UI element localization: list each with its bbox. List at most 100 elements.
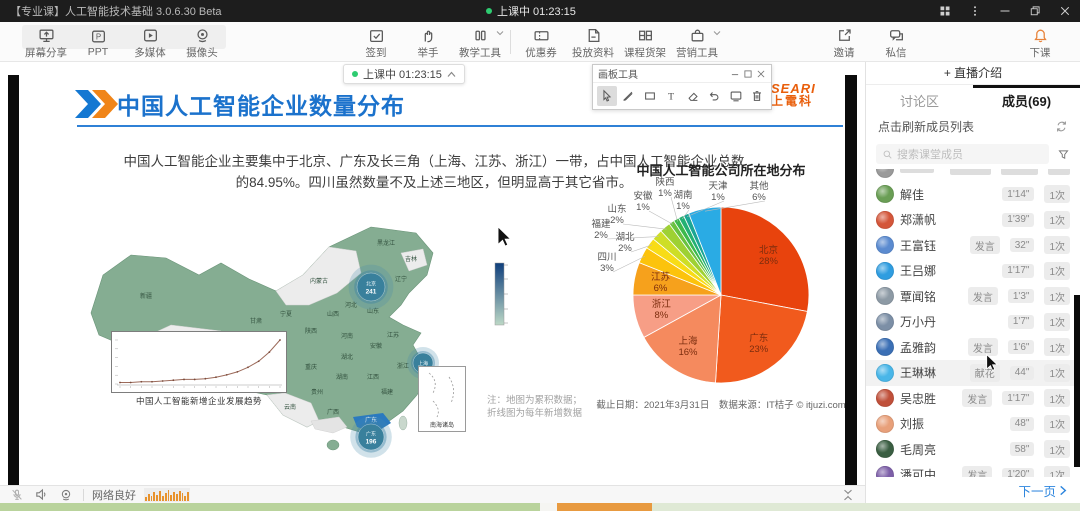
map-bubble-北京: 北京241: [349, 265, 394, 310]
webcam-icon: [194, 27, 211, 44]
map-label-辽宁: 辽宁: [395, 275, 407, 283]
more-menu-icon[interactable]: [960, 0, 990, 22]
pie-label-浙江: 浙江8%: [652, 299, 671, 321]
member-row-刘振[interactable]: 刘振48"1次: [866, 411, 1080, 437]
pie-label-湖南: 湖南1%: [673, 190, 692, 212]
member-row-万小丹[interactable]: 万小丹1'7"1次: [866, 309, 1080, 335]
palette-board[interactable]: [726, 86, 746, 106]
member-list[interactable]: 解佳1'14"1次郑潇帆1'39"1次王富钰发言32"1次王吕娜1'17"1次覃…: [866, 169, 1080, 477]
toolbar-raise-hand[interactable]: 举手: [402, 22, 454, 62]
member-row-孟雅韵[interactable]: 孟雅韵发言1'6"1次: [866, 335, 1080, 361]
member-badge: 发言: [970, 236, 1000, 254]
toolbar-check-in[interactable]: 签到: [350, 22, 402, 62]
tab-discussion[interactable]: 讨论区: [866, 85, 973, 113]
avatar: [876, 338, 894, 356]
main-toolbar: 屏幕分享PPPT多媒体摄像头 签到举手教学工具优惠券投放资料课程货架营销工具 邀…: [0, 22, 1080, 62]
member-name: 王琳琳: [900, 364, 960, 381]
avatar: [876, 185, 894, 203]
palette-close-icon[interactable]: [756, 69, 766, 79]
check-in-icon: [368, 27, 385, 44]
map-label-河南: 河南: [341, 332, 353, 340]
member-name: 万小丹: [900, 313, 998, 330]
restore-button[interactable]: [1020, 0, 1050, 22]
slide: 中国人工智能企业数量分布 中国人工智能企业主要集中于北京、广东及长三角（上海、江…: [19, 75, 845, 485]
toolbar-multimedia[interactable]: 多媒体: [124, 22, 176, 62]
palette-cursor-tool[interactable]: [597, 86, 617, 106]
toolbar-direct-message[interactable]: 私信: [870, 22, 922, 62]
palette-tools: T: [593, 83, 771, 109]
pie-label-天津: 天津1%: [708, 181, 727, 203]
svg-text:241: 241: [366, 289, 377, 296]
avatar: [876, 313, 894, 331]
member-row-王富钰[interactable]: 王富钰发言32"1次: [866, 233, 1080, 259]
speaker-icon[interactable]: [34, 487, 49, 502]
palette-maximize-icon[interactable]: [743, 69, 753, 79]
member-badge: 发言: [962, 466, 992, 477]
map-label-内蒙古: 内蒙古: [310, 277, 328, 285]
toolbar-screen-share[interactable]: 屏幕分享: [20, 22, 72, 62]
refresh-label: 点击刷新成员列表: [878, 118, 974, 135]
palette-titlebar[interactable]: 画板工具: [593, 65, 771, 83]
palette-pen[interactable]: [619, 86, 639, 106]
member-badge: 1'7": [1008, 315, 1035, 329]
avatar: [876, 236, 894, 254]
refresh-members-row[interactable]: 点击刷新成员列表: [866, 113, 1080, 139]
toolbar-marketing-tools[interactable]: 营销工具: [671, 22, 723, 62]
member-row-王吕娜[interactable]: 王吕娜1'17"1次: [866, 258, 1080, 284]
toolbar-class-end[interactable]: 下课: [1014, 22, 1066, 62]
search-input[interactable]: 搜索课堂成员: [876, 144, 1049, 164]
hainan-island: [327, 440, 339, 450]
refresh-icon[interactable]: [1055, 120, 1068, 133]
layout-grid-icon[interactable]: [930, 0, 960, 22]
member-row-覃闻铭[interactable]: 覃闻铭发言1'3"1次: [866, 284, 1080, 310]
filter-funnel-icon[interactable]: [1057, 148, 1070, 161]
close-button[interactable]: [1050, 0, 1080, 22]
class-status-pill[interactable]: 上课中 01:23:15: [343, 64, 465, 84]
member-badge: 1次: [1044, 466, 1070, 477]
next-page-button[interactable]: 下一页: [866, 477, 1080, 503]
minimize-button[interactable]: [990, 0, 1020, 22]
member-row-吴忠胜[interactable]: 吴忠胜发言1'17"1次: [866, 386, 1080, 412]
toolbar-webcam[interactable]: 摄像头: [176, 22, 228, 62]
panel-tabs: 讨论区 成员(69): [866, 85, 1080, 113]
map-label-福建: 福建: [381, 388, 393, 396]
toolbar-materials-label: 投放资料: [572, 45, 614, 60]
toolbar-course-shelf[interactable]: 课程货架: [619, 22, 671, 62]
class-pill-text: 上课中 01:23:15: [363, 66, 442, 82]
microphone-muted-icon[interactable]: [10, 488, 24, 502]
palette-undo[interactable]: [705, 86, 725, 106]
svg-text:T: T: [668, 92, 674, 103]
pie-label-山东: 山东2%: [607, 204, 626, 226]
network-status-label: 网络良好: [92, 487, 136, 503]
palette-eraser[interactable]: [683, 86, 703, 106]
toolbar-coupon[interactable]: 优惠券: [515, 22, 567, 62]
member-row-解佳[interactable]: 解佳1'14"1次: [866, 182, 1080, 208]
chevron-down-icon: [496, 30, 504, 36]
member-row-王琳琳[interactable]: 王琳琳献花44"1次: [866, 360, 1080, 386]
map-label-湖北: 湖北: [341, 353, 353, 361]
right-edge-scrollbar[interactable]: [1074, 295, 1080, 467]
palette-rect-tool[interactable]: [640, 86, 660, 106]
member-row-clipped[interactable]: [866, 169, 1080, 182]
member-badge: 1次: [1044, 185, 1070, 203]
toolbar-materials[interactable]: 投放资料: [567, 22, 619, 62]
member-row-毛周亮[interactable]: 毛周亮58"1次: [866, 437, 1080, 463]
member-row-潘可中[interactable]: 潘可中发言1'20"1次: [866, 462, 1080, 477]
palette-minimize-icon[interactable]: [730, 69, 740, 79]
collapse-stage-icon[interactable]: [841, 488, 855, 502]
slide-title: 中国人工智能企业数量分布: [117, 87, 405, 121]
member-row-郑潇帆[interactable]: 郑潇帆1'39"1次: [866, 207, 1080, 233]
toolbar-invite[interactable]: 邀请: [818, 22, 870, 62]
app-title: 【专业课】人工智能技术基础 3.0.6.30 Beta: [0, 3, 222, 19]
toolbar-teaching-tools[interactable]: 教学工具: [454, 22, 506, 62]
toolbar-teaching-group: 签到举手教学工具优惠券投放资料课程货架营销工具: [350, 22, 723, 62]
member-badge: 1'6": [1008, 340, 1035, 354]
camera-status-icon[interactable]: [59, 488, 73, 502]
live-dot-icon: [352, 71, 358, 77]
palette-text-tool[interactable]: T: [662, 86, 682, 106]
palette-trash[interactable]: [748, 86, 768, 106]
toolbar-ppt[interactable]: PPPT: [72, 22, 124, 62]
live-intro-header[interactable]: + 直播介绍: [866, 61, 1080, 85]
chevron-up-icon[interactable]: [447, 71, 456, 78]
tab-members[interactable]: 成员(69): [973, 85, 1080, 113]
